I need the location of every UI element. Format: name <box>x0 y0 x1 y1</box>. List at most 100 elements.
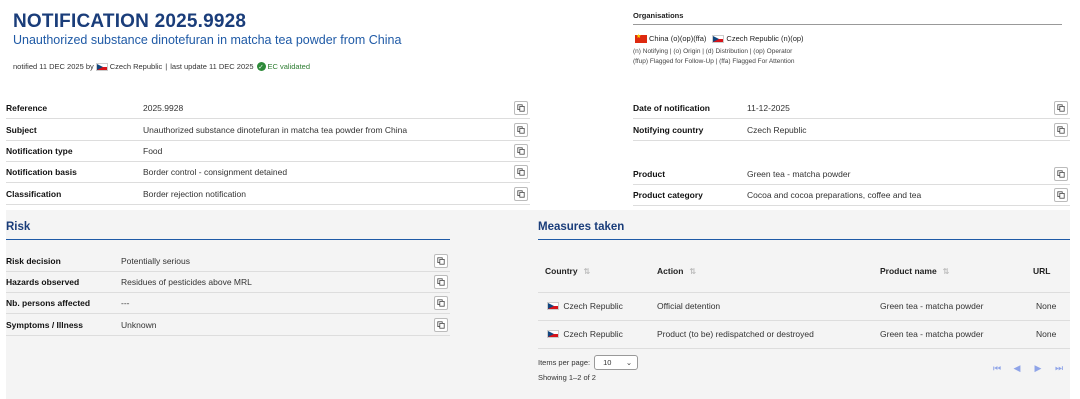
copy-icon <box>437 257 445 265</box>
legend-line-2: (ffup) Flagged for Follow-Up | (ffa) Fla… <box>633 58 795 65</box>
czech-flag-icon <box>95 62 108 71</box>
czech-flag-icon <box>547 330 559 338</box>
field-label: Product category <box>633 190 703 200</box>
copy-button[interactable] <box>1054 101 1068 115</box>
table-row-divider <box>538 348 1070 349</box>
table-cell-country: Czech Republic <box>545 329 623 339</box>
organisation-czech-republic: Czech Republic (n)(op) <box>710 34 804 43</box>
table-cell-product: Green tea - matcha powder <box>880 329 984 339</box>
measures-title: Measures taken <box>538 221 625 233</box>
table-cell-country: Czech Republic <box>545 301 623 311</box>
copy-button[interactable] <box>514 123 528 137</box>
field-value: Unknown <box>121 320 157 330</box>
notification-subtitle: Unauthorized substance dinotefuran in ma… <box>13 33 402 47</box>
copy-button[interactable] <box>514 144 528 158</box>
field-risk-decision: Risk decision Potentially serious <box>6 251 450 272</box>
copy-icon <box>1057 170 1065 178</box>
field-label: Symptoms / Illness <box>6 320 83 330</box>
table-cell-url: None <box>1036 329 1057 339</box>
sort-icon[interactable]: ⇅ <box>584 267 591 276</box>
notification-meta: notified 11 DEC 2025 by Czech Republic |… <box>13 62 310 71</box>
column-header-url: URL <box>1033 266 1050 276</box>
column-header-action[interactable]: Action ⇅ <box>657 266 696 276</box>
field-value: Green tea - matcha powder <box>747 169 851 179</box>
copy-icon <box>517 126 525 134</box>
copy-button[interactable] <box>1054 167 1068 181</box>
copy-button[interactable] <box>514 165 528 179</box>
copy-icon <box>1057 126 1065 134</box>
field-reference: Reference 2025.9928 <box>6 98 530 119</box>
legend-line-1: (n) Notifying | (o) Origin | (d) Distrib… <box>633 48 793 55</box>
field-label: Subject <box>6 125 37 135</box>
cell-text: Czech Republic <box>563 301 623 311</box>
previous-page-button[interactable]: ◀ <box>1011 362 1023 374</box>
copy-icon <box>517 104 525 112</box>
table-cell-url: None <box>1036 301 1057 311</box>
field-label: Notifying country <box>633 125 704 135</box>
sort-icon[interactable]: ⇅ <box>689 267 696 276</box>
notification-title: NOTIFICATION 2025.9928 <box>13 11 247 32</box>
table-cell-action: Official detention <box>657 301 721 311</box>
column-label: Action <box>657 266 684 276</box>
risk-title: Risk <box>6 221 31 233</box>
field-value: Cocoa and cocoa preparations, coffee and… <box>747 190 922 200</box>
copy-button[interactable] <box>514 101 528 115</box>
org-roles: (o)(op)(ffa) <box>670 34 707 43</box>
copy-button[interactable] <box>434 275 448 289</box>
table-cell-product: Green tea - matcha powder <box>880 301 984 311</box>
czech-flag-icon <box>712 34 725 43</box>
copy-icon <box>1057 104 1065 112</box>
field-label: Product <box>633 169 666 179</box>
copy-button[interactable] <box>434 296 448 310</box>
copy-button[interactable] <box>434 318 448 332</box>
field-value: Residues of pesticides above MRL <box>121 277 252 287</box>
column-header-product-name[interactable]: Product name ⇅ <box>880 266 949 276</box>
organisations-title: Organisations <box>633 11 1062 25</box>
ec-status-label: EC validated <box>267 62 311 71</box>
field-value: 2025.9928 <box>143 103 184 113</box>
organisation-china: China (o)(op)(ffa) <box>633 33 707 43</box>
items-per-page-value: 10 <box>603 358 612 367</box>
field-notification-type: Notification type Food <box>6 141 530 162</box>
first-page-button[interactable]: ⏮ <box>991 362 1003 374</box>
first-page-icon: ⏮ <box>992 362 1002 373</box>
organisations-panel: Organisations China (o)(op)(ffa) Czech R… <box>633 11 1062 67</box>
copy-button[interactable] <box>434 254 448 268</box>
copy-button[interactable] <box>514 187 528 201</box>
field-persons-affected: Nb. persons affected --- <box>6 293 450 314</box>
column-header-country[interactable]: Country ⇅ <box>545 266 590 276</box>
column-label: Country <box>545 266 578 276</box>
roles-legend: (n) Notifying | (o) Origin | (d) Distrib… <box>633 47 1062 67</box>
field-label: Notification basis <box>6 167 77 177</box>
copy-icon <box>1057 191 1065 199</box>
table-header-divider <box>538 292 1070 293</box>
copy-button[interactable] <box>1054 123 1068 137</box>
field-label: Notification type <box>6 146 73 156</box>
field-symptoms: Symptoms / Illness Unknown <box>6 315 450 336</box>
measures-divider <box>538 239 1070 240</box>
copy-icon <box>437 278 445 286</box>
items-per-page-label: Items per page: <box>538 358 591 367</box>
previous-page-icon: ◀ <box>1013 362 1021 373</box>
check-circle-icon: ✓ <box>256 62 266 71</box>
sort-icon[interactable]: ⇅ <box>943 267 950 276</box>
field-value: Unauthorized substance dinotefuran in ma… <box>143 125 408 135</box>
cell-text: Czech Republic <box>563 329 623 339</box>
czech-flag-icon <box>547 302 559 310</box>
items-per-page-select[interactable]: 10 ⌄ <box>594 355 639 370</box>
field-value: Border control - consignment detained <box>143 167 288 177</box>
copy-icon <box>437 321 445 329</box>
field-notifying-country: Notifying country Czech Republic <box>633 120 1070 141</box>
field-label: Risk decision <box>6 256 61 266</box>
ec-status-badge: ✓ EC validated <box>256 62 311 71</box>
meta-separator: | <box>165 62 168 71</box>
items-per-page: Items per page: 10 ⌄ <box>538 355 639 370</box>
last-page-button[interactable]: ⏭ <box>1053 362 1065 374</box>
copy-button[interactable] <box>1054 188 1068 202</box>
field-label: Hazards observed <box>6 277 80 287</box>
field-hazards-observed: Hazards observed Residues of pesticides … <box>6 272 450 293</box>
notified-country: Czech Republic <box>109 62 163 71</box>
chevron-down-icon: ⌄ <box>625 358 633 367</box>
next-page-button[interactable]: ▶ <box>1032 362 1044 374</box>
table-cell-action: Product (to be) redispatched or destroye… <box>657 329 814 339</box>
